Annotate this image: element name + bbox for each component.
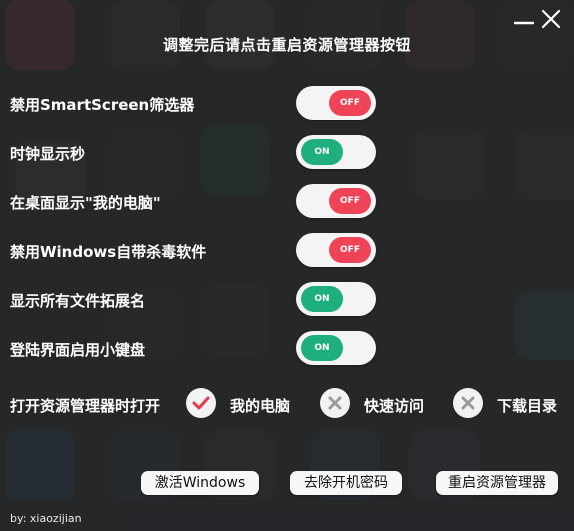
toggle-row-my-computer: 在桌面显示"我的电脑" OFF xyxy=(10,184,390,220)
toggle-knob: OFF xyxy=(329,188,371,214)
my-computer-toggle[interactable]: OFF xyxy=(296,184,376,218)
minimize-icon[interactable] xyxy=(513,8,535,30)
toggle-knob: ON xyxy=(301,139,343,165)
toggle-row-clock-seconds: 时钟显示秒 ON xyxy=(10,135,390,171)
settings-panel: 调整完后请点击重启资源管理器按钮 禁用SmartScreen筛选器 OFF 时钟… xyxy=(0,0,574,531)
toggle-knob: OFF xyxy=(329,90,371,116)
toggle-row-smartscreen: 禁用SmartScreen筛选器 OFF xyxy=(10,86,390,122)
toggle-knob: ON xyxy=(301,286,343,312)
toggle-label: 显示所有文件拓展名 xyxy=(10,292,146,310)
toggle-row-defender: 禁用Windows自带杀毒软件 OFF xyxy=(10,233,390,269)
toggle-knob: ON xyxy=(301,335,343,361)
toggle-label: 禁用Windows自带杀毒软件 xyxy=(10,243,207,261)
check-icon xyxy=(186,388,216,418)
option-label: 我的电脑 xyxy=(230,397,291,415)
close-icon[interactable] xyxy=(540,8,562,30)
clock-seconds-toggle[interactable]: ON xyxy=(296,135,376,169)
toggle-row-numlock: 登陆界面启用小键盘 ON xyxy=(10,331,390,367)
restart-explorer-button[interactable]: 重启资源管理器 xyxy=(436,471,558,495)
toggle-label: 在桌面显示"我的电脑" xyxy=(10,194,161,212)
file-extensions-toggle[interactable]: ON xyxy=(296,282,376,316)
toggle-label: 时钟显示秒 xyxy=(10,145,86,163)
x-icon xyxy=(320,388,350,418)
author-credit: by: xiaozijian xyxy=(10,512,82,525)
toggle-row-file-extensions: 显示所有文件拓展名 ON xyxy=(10,282,390,318)
x-icon xyxy=(453,388,483,418)
toggle-knob: OFF xyxy=(329,237,371,263)
remove-password-button[interactable]: 去除开机密码 xyxy=(290,471,402,495)
defender-toggle[interactable]: OFF xyxy=(296,233,376,267)
page-title: 调整完后请点击重启资源管理器按钮 xyxy=(162,36,411,54)
numlock-toggle[interactable]: ON xyxy=(296,331,376,365)
activate-windows-button[interactable]: 激活Windows xyxy=(141,471,259,495)
option-label: 下载目录 xyxy=(497,397,558,415)
option-label: 快速访问 xyxy=(364,397,425,415)
explorer-open-target: 打开资源管理器时打开 我的电脑 快速访问 下载目录 xyxy=(10,386,570,422)
toggle-label: 登陆界面启用小键盘 xyxy=(10,341,146,359)
smartscreen-toggle[interactable]: OFF xyxy=(296,86,376,120)
toggle-label: 禁用SmartScreen筛选器 xyxy=(10,96,195,114)
open-target-label: 打开资源管理器时打开 xyxy=(10,397,161,415)
